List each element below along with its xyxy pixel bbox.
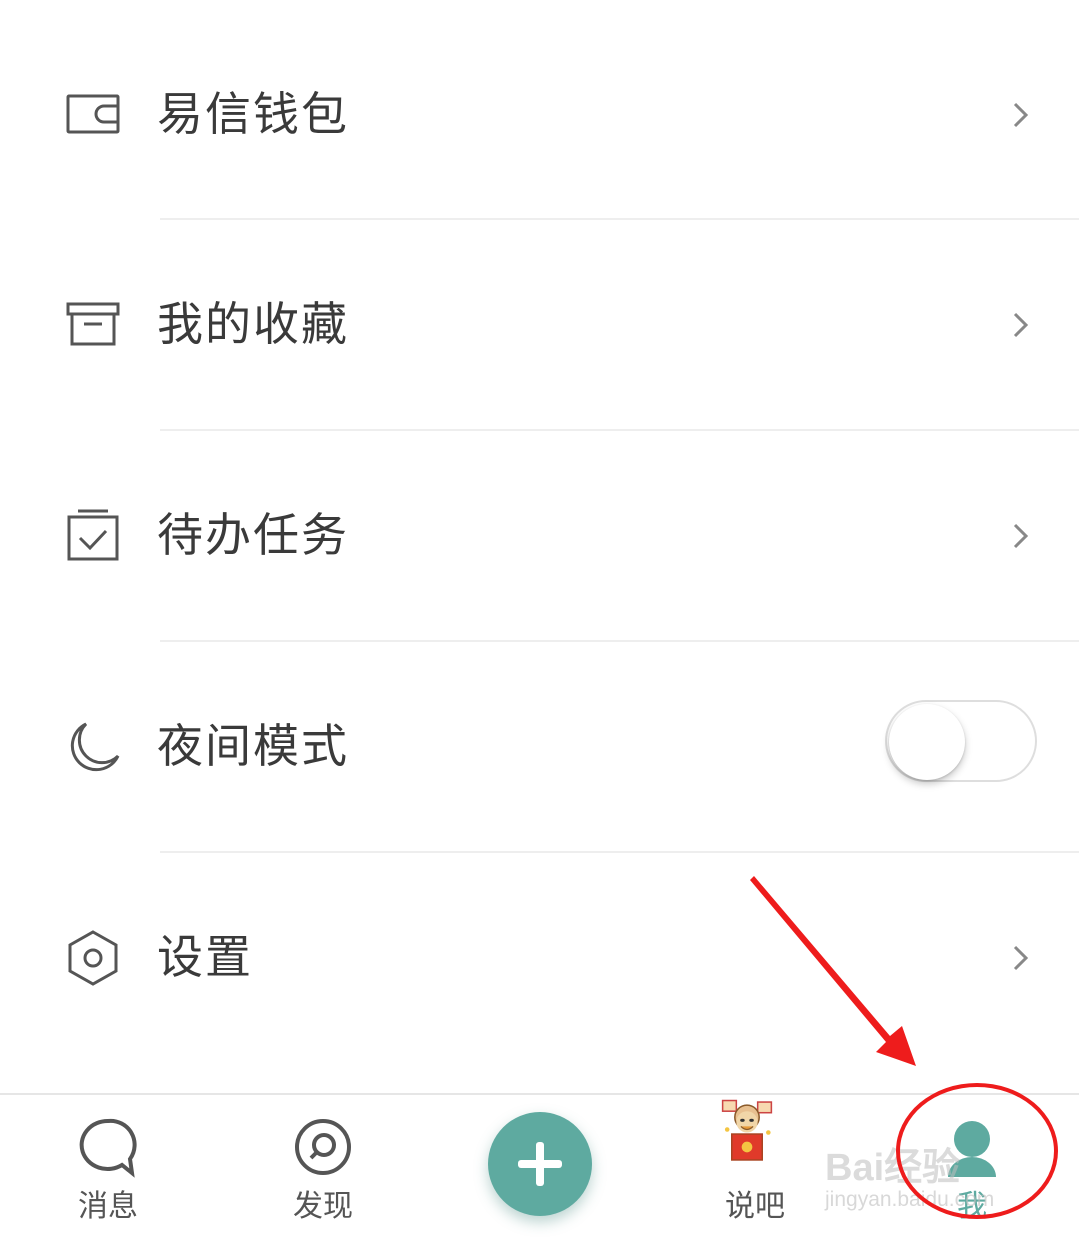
chevron-right-icon bbox=[1005, 943, 1035, 973]
tab-discover[interactable]: 发现 bbox=[248, 1095, 398, 1244]
archive-box-icon bbox=[64, 296, 122, 354]
add-button[interactable] bbox=[488, 1112, 592, 1216]
menu-item-label: 我的收藏 bbox=[157, 297, 349, 351]
mascot-icon bbox=[715, 1099, 795, 1183]
tab-me[interactable]: 我 bbox=[897, 1095, 1047, 1244]
menu-item-label: 易信钱包 bbox=[157, 87, 349, 141]
menu-item-label: 待办任务 bbox=[157, 508, 349, 562]
menu-item-label: 夜间模式 bbox=[157, 719, 349, 773]
discover-icon bbox=[291, 1115, 355, 1179]
wallet-icon bbox=[64, 86, 122, 144]
menu-item-favorites[interactable]: 我的收藏 bbox=[0, 220, 1079, 431]
night-mode-toggle[interactable] bbox=[885, 700, 1037, 782]
moon-icon bbox=[64, 718, 122, 776]
menu-item-night-mode: 夜间模式 bbox=[0, 642, 1079, 853]
tab-label: 我 bbox=[957, 1189, 987, 1224]
calendar-check-icon bbox=[64, 507, 122, 565]
menu-item-settings[interactable]: 设置 bbox=[0, 853, 1079, 1064]
tab-shuoba[interactable]: 说吧 bbox=[680, 1095, 830, 1244]
tab-label: 发现 bbox=[293, 1189, 353, 1224]
chevron-right-icon bbox=[1005, 100, 1035, 130]
menu-item-wallet[interactable]: 易信钱包 bbox=[0, 10, 1079, 221]
tab-label: 消息 bbox=[78, 1189, 138, 1224]
chat-bubble-icon bbox=[76, 1115, 140, 1179]
menu-item-todo[interactable]: 待办任务 bbox=[0, 431, 1079, 642]
tab-label: 说吧 bbox=[725, 1189, 785, 1224]
bottom-tab-bar: 消息 发现 说吧 我 bbox=[0, 1093, 1079, 1242]
chevron-right-icon bbox=[1005, 521, 1035, 551]
chevron-right-icon bbox=[1005, 310, 1035, 340]
tab-messages[interactable]: 消息 bbox=[33, 1095, 183, 1244]
toggle-knob bbox=[889, 704, 965, 780]
person-icon bbox=[940, 1115, 1004, 1179]
menu-item-label: 设置 bbox=[157, 930, 253, 984]
hexagon-gear-icon bbox=[64, 929, 122, 987]
